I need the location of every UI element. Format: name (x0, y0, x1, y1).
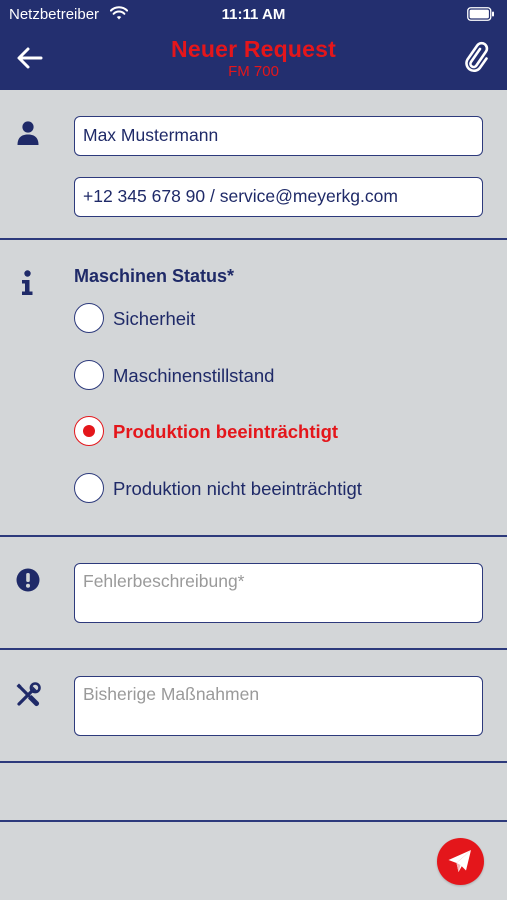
measures-placeholder: Bisherige Maßnahmen (83, 684, 260, 704)
radio-label: Produktion beeinträchtigt (113, 421, 339, 442)
radio-produktion-nicht-beeintraechtigt[interactable]: Produktion nicht beeinträchtigt (74, 473, 434, 503)
send-button[interactable] (437, 838, 484, 885)
section-divider (0, 648, 507, 650)
contact-field[interactable]: +12 345 678 90 / service@meyerkg.com (74, 177, 483, 217)
attach-button[interactable] (461, 40, 493, 74)
radio-label: Produktion nicht beeinträchtigt (113, 478, 362, 499)
section-divider (0, 820, 507, 822)
info-icon (22, 270, 33, 295)
radio-circle[interactable] (74, 473, 104, 503)
exclamation-icon (16, 568, 40, 592)
section-divider (0, 238, 507, 240)
radio-selected-dot (82, 424, 95, 437)
radio-circle[interactable] (74, 416, 104, 446)
machine-status-label: Maschinen Status* (74, 266, 235, 286)
radio-circle[interactable] (74, 360, 104, 390)
error-description-field[interactable]: Fehlerbeschreibung* (74, 563, 483, 623)
radio-label: Sicherheit (113, 308, 196, 329)
clock: 11:11 AM (221, 6, 286, 23)
measures-field[interactable]: Bisherige Maßnahmen (74, 676, 483, 736)
name-field[interactable]: Max Mustermann (74, 116, 483, 156)
user-icon (17, 121, 39, 145)
battery-icon (467, 7, 494, 21)
radio-circle[interactable] (74, 303, 104, 333)
radio-label: Maschinenstillstand (113, 365, 275, 386)
radio-maschinenstillstand[interactable]: Maschinenstillstand (74, 360, 354, 390)
page-title: Neuer Request (171, 36, 336, 62)
paperclip-icon (465, 41, 489, 73)
name-value: Max Mustermann (83, 125, 219, 145)
radio-produktion-beeintraechtigt[interactable]: Produktion beeinträchtigt (74, 416, 404, 446)
paper-plane-icon (448, 850, 471, 872)
tools-icon (16, 682, 41, 706)
page-subtitle: FM 700 (228, 63, 279, 80)
status-bar: Netzbetreiber 11:11 AM (0, 0, 507, 28)
nav-bar: Neuer Request FM 700 (0, 28, 507, 90)
error-description-placeholder: Fehlerbeschreibung* (83, 571, 245, 591)
radio-sicherheit[interactable]: Sicherheit (74, 303, 274, 333)
section-divider (0, 535, 507, 537)
section-divider (0, 761, 507, 763)
contact-value: +12 345 678 90 / service@meyerkg.com (83, 186, 398, 206)
